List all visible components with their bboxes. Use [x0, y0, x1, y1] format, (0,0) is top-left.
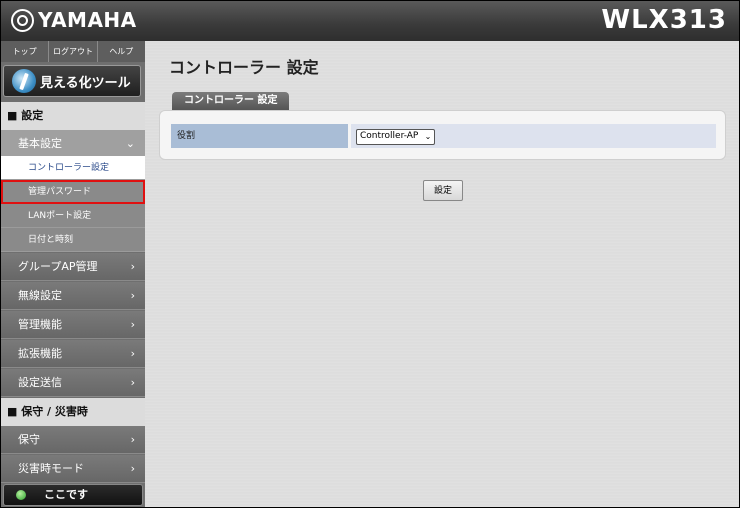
sidebar-item-disaster-mode[interactable]: 災害時モード ›: [1, 455, 145, 483]
section-maintenance: ■ 保守 / 災害時: [1, 398, 145, 426]
sidebar-subitem-controller-settings[interactable]: コントローラー設定: [1, 156, 145, 180]
viz-tool-button[interactable]: 見える化ツール: [3, 65, 141, 97]
role-select[interactable]: Controller-AP ⌄: [356, 129, 436, 145]
sidebar-item-management[interactable]: 管理機能 ›: [1, 311, 145, 339]
chevron-right-icon: ›: [130, 318, 135, 331]
main-content: コントローラー 設定 コントローラー 設定 役割 Controller-AP ⌄…: [145, 41, 739, 507]
section-settings: ■ 設定: [1, 102, 145, 130]
yamaha-logo-icon: [11, 8, 34, 32]
sidebar-item-basic-settings[interactable]: 基本設定 ⌄: [1, 130, 145, 158]
sidebar-item-label: グループAP管理: [18, 260, 98, 273]
settings-panel: 役割 Controller-AP ⌄: [159, 110, 726, 160]
sidebar-item-label: 無線設定: [18, 289, 62, 302]
sidebar-item-group-ap[interactable]: グループAP管理 ›: [1, 253, 145, 281]
chevron-right-icon: ›: [130, 433, 135, 446]
top-links: トップ ログアウト ヘルプ: [1, 41, 145, 62]
role-select-value: Controller-AP: [360, 131, 419, 141]
model-name: WLX313: [601, 5, 727, 35]
chevron-right-icon: ›: [130, 347, 135, 360]
sidebar-subitem-date-time[interactable]: 日付と時刻: [1, 228, 145, 252]
chevron-right-icon: ›: [130, 289, 135, 302]
sidebar-item-wireless[interactable]: 無線設定 ›: [1, 282, 145, 310]
sidebar-subitem-admin-password[interactable]: 管理パスワード: [1, 180, 145, 204]
chevron-right-icon: ›: [130, 462, 135, 475]
header-bar: YAMAHA WLX313: [1, 1, 739, 41]
sidebar-item-label: 基本設定: [18, 137, 62, 150]
sidebar-subitem-lan-port[interactable]: LANポート設定: [1, 204, 145, 228]
sidebar-item-label: 管理機能: [18, 318, 62, 331]
top-link-logout[interactable]: ログアウト: [49, 41, 98, 62]
sidebar-item-label: 保守: [18, 433, 40, 446]
viz-tool-label: 見える化ツール: [40, 75, 131, 91]
chevron-down-icon: ⌄: [125, 137, 135, 150]
submit-button[interactable]: 設定: [423, 180, 463, 201]
brand-name: YAMAHA: [38, 8, 137, 32]
sidebar-item-maintenance[interactable]: 保守 ›: [1, 426, 145, 454]
sidebar-item-send-settings[interactable]: 設定送信 ›: [1, 369, 145, 397]
page-title: コントローラー 設定: [169, 58, 319, 77]
sidebar-item-label: 拡張機能: [18, 347, 62, 360]
chevron-right-icon: ›: [130, 260, 135, 273]
top-link-top[interactable]: トップ: [1, 41, 50, 62]
role-value-cell: Controller-AP ⌄: [351, 124, 716, 148]
chevron-down-icon: ⌄: [424, 132, 432, 141]
yamaha-logo: YAMAHA: [11, 8, 137, 32]
sidebar-item-label: 設定送信: [18, 376, 62, 389]
visualization-icon: [12, 69, 36, 93]
sidebar-item-label: 災害時モード: [18, 462, 84, 475]
sidebar: トップ ログアウト ヘルプ 見える化ツール ■ 設定 基本設定 ⌄ コントローラ…: [1, 41, 145, 507]
here-label: ここです: [44, 488, 88, 501]
status-dot-icon: [16, 490, 26, 500]
app-window: YAMAHA WLX313 トップ ログアウト ヘルプ 見える化ツール ■ 設定…: [0, 0, 740, 508]
chevron-right-icon: ›: [130, 376, 135, 389]
role-label: 役割: [171, 124, 348, 148]
here-button[interactable]: ここです: [3, 484, 143, 506]
sidebar-item-extensions[interactable]: 拡張機能 ›: [1, 340, 145, 368]
top-link-help[interactable]: ヘルプ: [98, 41, 145, 62]
tab-controller-settings[interactable]: コントローラー 設定: [172, 92, 290, 110]
